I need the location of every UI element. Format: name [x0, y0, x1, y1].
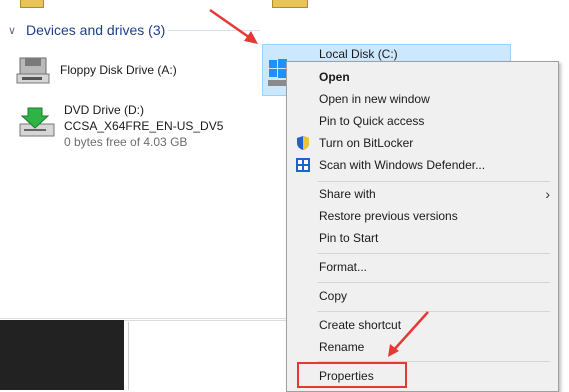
- menu-item-open[interactable]: Open: [319, 66, 350, 88]
- menu-separator: [317, 311, 550, 312]
- shield-icon: [297, 136, 309, 150]
- context-menu: Open Open in new window Pin to Quick acc…: [286, 61, 559, 392]
- menu-item-format[interactable]: Format...: [319, 256, 367, 278]
- floppy-drive-icon: [16, 57, 50, 84]
- folder-icon: [272, 0, 308, 8]
- menu-item-rename[interactable]: Rename: [319, 336, 364, 358]
- menu-item-pin-quick-access[interactable]: Pin to Quick access: [319, 110, 424, 132]
- windows-defender-icon: [296, 158, 310, 172]
- drive-volume-label: CCSA_X64FRE_EN-US_DV5: [64, 119, 224, 133]
- menu-item-share-with[interactable]: Share with: [319, 183, 376, 205]
- menu-item-pin-start[interactable]: Pin to Start: [319, 227, 378, 249]
- drive-name: Local Disk (C:): [319, 47, 398, 61]
- highlight-box: [297, 362, 407, 388]
- section-header-devices[interactable]: ∨ Devices and drives (3): [8, 20, 308, 40]
- section-divider: [168, 30, 260, 31]
- chevron-right-icon: ›: [545, 186, 550, 202]
- drive-name: DVD Drive (D:): [64, 103, 144, 117]
- menu-separator: [317, 282, 550, 283]
- divider: [0, 318, 286, 319]
- taskbar-area: [0, 320, 124, 390]
- folder-icon: [20, 0, 44, 8]
- menu-item-scan-defender[interactable]: Scan with Windows Defender...: [319, 154, 485, 176]
- menu-item-open-new-window[interactable]: Open in new window: [319, 88, 430, 110]
- menu-item-restore-versions[interactable]: Restore previous versions: [319, 205, 458, 227]
- menu-item-bitlocker[interactable]: Turn on BitLocker: [319, 132, 413, 154]
- drive-item-floppy[interactable]: Floppy Disk Drive (A:): [14, 52, 177, 90]
- menu-separator: [317, 253, 550, 254]
- menu-separator: [317, 181, 550, 182]
- status-area: [124, 320, 286, 391]
- local-disk-icon: [268, 59, 288, 86]
- dvd-drive-icon: [19, 107, 55, 137]
- menu-item-copy[interactable]: Copy: [319, 285, 347, 307]
- drive-item-dvd[interactable]: DVD Drive (D:) CCSA_X64FRE_EN-US_DV5 0 b…: [18, 102, 223, 150]
- section-title: Devices and drives (3): [26, 22, 166, 38]
- drive-free-space: 0 bytes free of 4.03 GB: [64, 135, 188, 149]
- divider: [128, 322, 129, 390]
- menu-item-create-shortcut[interactable]: Create shortcut: [319, 314, 401, 336]
- chevron-down-icon: ∨: [8, 24, 17, 37]
- drive-name: Floppy Disk Drive (A:): [60, 63, 177, 77]
